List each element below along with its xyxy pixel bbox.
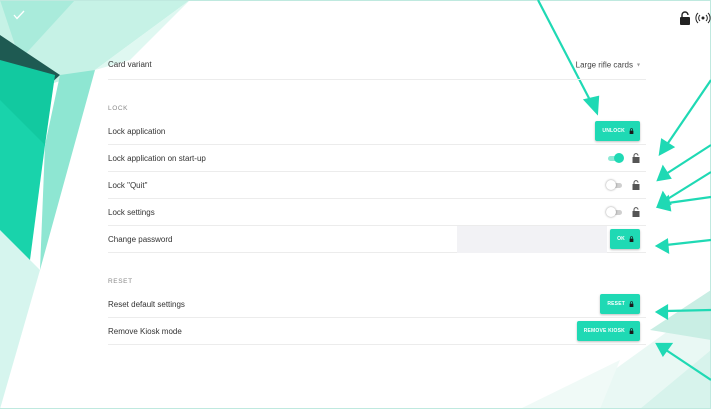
password-field[interactable] <box>457 226 607 253</box>
lock-icon <box>629 128 634 134</box>
remove-kiosk-row: Remove Kiosk mode REMOVE KIOSK <box>108 318 646 345</box>
lock-settings-row: Lock settings <box>108 199 646 226</box>
lock-open-icon <box>632 153 640 163</box>
card-variant-row: Card variant Large rifle cards ▾ <box>108 50 646 80</box>
card-variant-label: Card variant <box>108 60 152 69</box>
reset-button-label: RESET <box>607 301 625 307</box>
unlock-button[interactable]: UNLOCK <box>595 121 640 141</box>
reset-defaults-label: Reset default settings <box>108 299 185 309</box>
lock-section-title: LOCK <box>108 105 129 112</box>
lock-icon <box>629 236 634 242</box>
unlock-button-label: UNLOCK <box>602 128 625 134</box>
lock-open-icon <box>632 207 640 217</box>
settings-panel: Card variant Large rifle cards ▾ LOCK Lo… <box>108 50 646 345</box>
top-right-toolbar <box>679 11 711 25</box>
lock-quit-label: Lock "Quit" <box>108 180 148 190</box>
ok-button-label: OK <box>617 236 625 242</box>
lock-open-icon <box>632 180 640 190</box>
reset-button[interactable]: RESET <box>600 294 640 314</box>
remove-kiosk-button-label: REMOVE KIOSK <box>583 328 625 334</box>
lock-startup-toggle[interactable] <box>606 153 624 163</box>
lock-open-icon[interactable] <box>679 11 691 25</box>
remove-kiosk-label: Remove Kiosk mode <box>108 326 182 336</box>
change-password-label: Change password <box>108 234 173 244</box>
card-variant-value: Large rifle cards <box>575 60 633 69</box>
remove-kiosk-button[interactable]: REMOVE KIOSK <box>576 321 640 341</box>
lock-application-row: Lock application UNLOCK <box>108 118 646 145</box>
chevron-down-icon: ▾ <box>636 62 640 68</box>
check-icon[interactable] <box>13 10 25 20</box>
wireless-icon[interactable] <box>695 11 711 25</box>
lock-icon <box>629 328 634 334</box>
lock-startup-row: Lock application on start-up <box>108 145 646 172</box>
lock-settings-toggle[interactable] <box>606 207 624 217</box>
lock-settings-label: Lock settings <box>108 207 155 217</box>
lock-startup-label: Lock application on start-up <box>108 153 206 163</box>
card-variant-select[interactable]: Large rifle cards ▾ <box>576 60 640 69</box>
reset-defaults-row: Reset default settings RESET <box>108 291 646 318</box>
lock-application-label: Lock application <box>108 126 166 136</box>
change-password-row: Change password OK <box>108 226 646 253</box>
reset-section-title: RESET <box>108 278 133 285</box>
lock-quit-toggle[interactable] <box>606 180 624 190</box>
lock-quit-row: Lock "Quit" <box>108 172 646 199</box>
ok-button[interactable]: OK <box>610 229 640 249</box>
lock-icon <box>629 301 634 307</box>
